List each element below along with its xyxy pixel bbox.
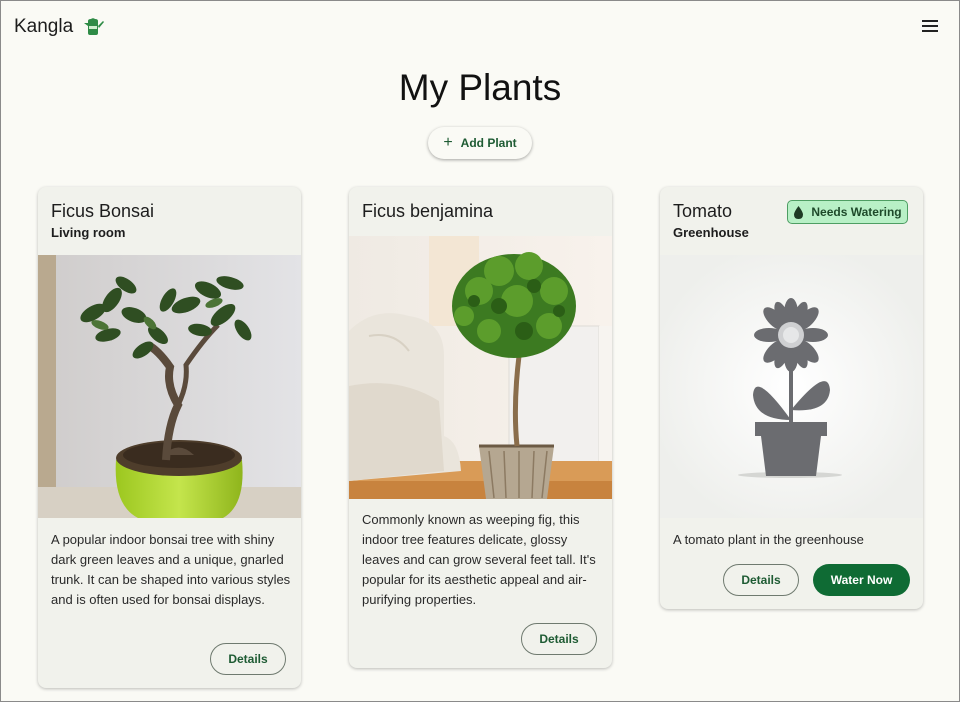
add-plant-label: Add Plant: [460, 136, 517, 150]
details-label: Details: [228, 652, 268, 666]
plant-description: Commonly known as weeping fig, this indo…: [362, 512, 596, 607]
details-button[interactable]: Details: [210, 643, 286, 675]
top-app-bar: Kangla: [0, 0, 960, 54]
details-label: Details: [741, 573, 781, 587]
page-title: My Plants: [398, 67, 562, 108]
plant-description: A tomato plant in the greenhouse: [673, 532, 864, 547]
plus-icon: +: [443, 134, 453, 151]
water-now-label: Water Now: [830, 573, 893, 587]
add-plant-button[interactable]: + Add Plant: [428, 127, 532, 159]
placeholder-flower-icon: [660, 255, 923, 518]
badge-label: Needs Watering: [811, 205, 902, 219]
plant-location: Greenhouse: [673, 225, 749, 240]
bonsai-photo: [38, 255, 301, 518]
plant-name: Ficus benjamina: [362, 201, 494, 221]
details-button[interactable]: Details: [723, 564, 799, 596]
details-label: Details: [539, 632, 579, 646]
plant-card-tomato: Tomato Greenhouse Needs Watering A tomat…: [660, 187, 923, 609]
plant-card-ficus-bonsai: Ficus Bonsai Living room A popular indoo…: [38, 187, 301, 688]
plant-location: Living room: [51, 225, 126, 240]
hamburger-menu-icon[interactable]: [922, 20, 938, 33]
watering-can-icon: [84, 18, 105, 35]
plant-card-ficus-benjamina: Ficus benjamina Commonly known as weepin…: [349, 187, 612, 668]
plant-name: Ficus Bonsai: [51, 201, 155, 221]
water-now-button[interactable]: Water Now: [813, 564, 910, 596]
app-name: Kangla: [14, 16, 74, 37]
details-button[interactable]: Details: [521, 623, 597, 655]
brand[interactable]: Kangla: [14, 16, 105, 38]
plant-name: Tomato: [673, 201, 733, 221]
weeping-fig-photo: [349, 236, 612, 499]
water-drop-icon: [794, 205, 804, 219]
plant-description: A popular indoor bonsai tree with shiny …: [51, 532, 291, 607]
needs-watering-badge: Needs Watering: [787, 200, 908, 224]
